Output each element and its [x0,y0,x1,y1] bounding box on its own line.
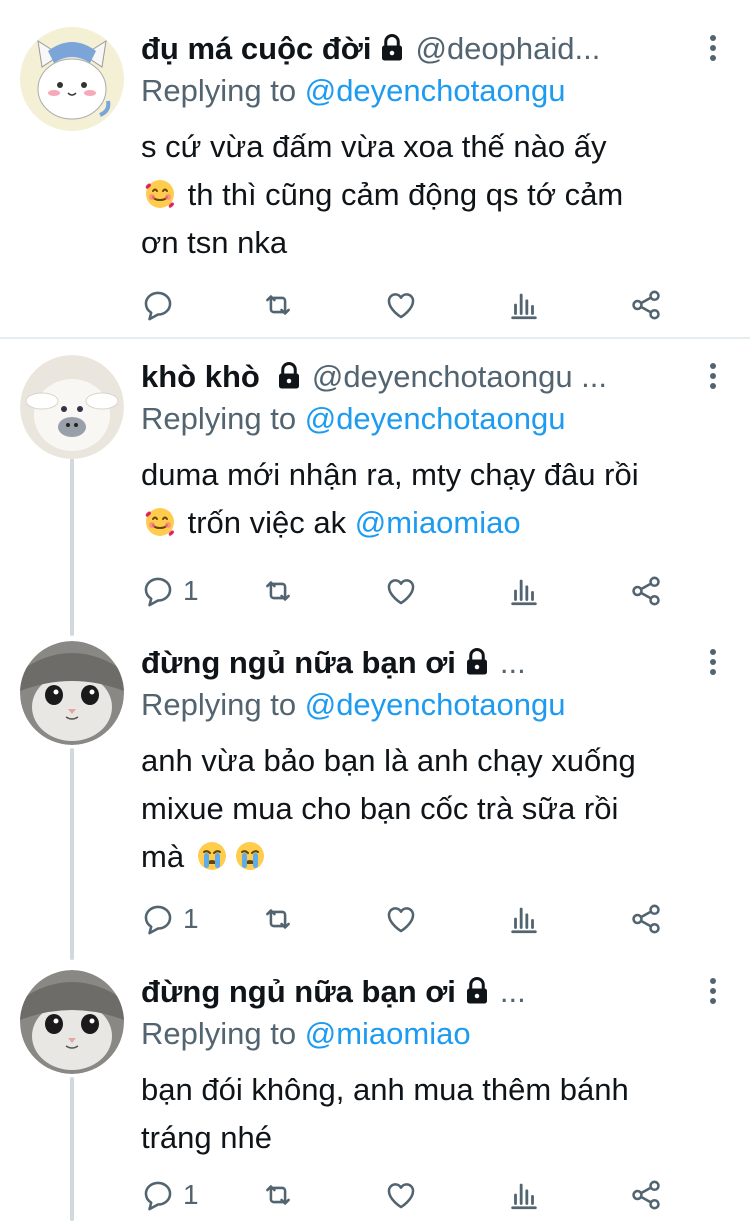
views-button[interactable] [507,285,541,325]
retweet-icon [261,1178,295,1212]
lock-icon [377,33,407,63]
views-button[interactable] [507,1175,541,1215]
replying-to: Replying to @deyenchotaongu [141,687,566,722]
mention-link[interactable]: @deyenchotaongu [305,401,566,436]
handle[interactable]: @deyenchotaongu ... [312,359,607,394]
like-button[interactable] [384,571,418,611]
display-name[interactable]: đừng ngủ nữa bạn ơi [141,645,456,680]
tweet[interactable]: đừng ngủ nữa bạn ơi... Replying to @deye… [0,641,750,941]
views-icon [507,902,541,936]
handle[interactable]: ... [500,645,526,680]
tweet-actions: 1 [141,1175,681,1215]
tweet-text: anh vừa bảo bạn là anh chạy xuống mixue … [141,743,636,874]
tweet-actions: 1 [141,899,681,939]
tweet-header: đừng ngủ nữa bạn ơi... [141,641,690,685]
retweet-icon [261,902,295,936]
cat-photo-avatar[interactable] [20,970,124,1074]
tweet-text: duma mới nhận ra, mty chạy đâu rồi trốn … [141,457,639,540]
lock-icon [274,361,304,391]
share-icon [629,1178,663,1212]
handle[interactable]: ... [500,974,526,1009]
heart-icon [384,902,418,936]
mention-link[interactable]: @deyenchotaongu [305,687,566,722]
display-name[interactable]: đụ má cuộc đời [141,31,371,66]
tweet-header: khò khò @deyenchotaongu ... [141,355,690,399]
display-name[interactable]: khò khò [141,359,260,394]
cartoon-cat-avatar[interactable] [20,27,124,131]
smiling-face-with-hearts-icon [144,178,176,210]
reply-icon [141,288,175,322]
tweet[interactable]: đừng ngủ nữa bạn ơi... Replying to @miao… [0,970,750,1221]
retweet-icon [261,574,295,608]
tweet-header: đụ má cuộc đời @deophaid... [141,27,690,71]
replying-to: Replying to @deyenchotaongu [141,401,566,436]
views-icon [507,288,541,322]
reply-button[interactable]: 1 [141,899,199,939]
share-icon [629,902,663,936]
tweet-text: bạn đói không, anh mua thêm bánh tráng n… [141,1072,629,1155]
like-button[interactable] [384,1175,418,1215]
replying-to: Replying to @miaomiao [141,1016,471,1051]
heart-icon [384,288,418,322]
retweet-button[interactable] [261,571,295,611]
reply-count: 1 [183,903,199,934]
more-options-icon[interactable] [708,978,718,1008]
tweet-actions: 1 [141,571,681,611]
like-button[interactable] [384,285,418,325]
tweet-divider [0,337,750,339]
share-button[interactable] [629,1175,663,1215]
loudly-crying-face-icon [196,840,228,872]
retweet-button[interactable] [261,899,295,939]
heart-icon [384,574,418,608]
share-button[interactable] [629,285,663,325]
mention-link[interactable]: @deyenchotaongu [305,73,566,108]
cat-photo-avatar[interactable] [20,641,124,745]
lock-icon [462,647,492,677]
reply-button[interactable]: 1 [141,571,199,611]
retweet-icon [261,288,295,322]
lock-icon [462,976,492,1006]
display-name[interactable]: đừng ngủ nữa bạn ơi [141,974,456,1009]
share-button[interactable] [629,899,663,939]
tweet[interactable]: khò khò @deyenchotaongu ... Replying to @… [0,355,750,625]
views-icon [507,574,541,608]
reply-icon [141,574,175,608]
tweet-text: s cứ vừa đấm vừa xoa thế nào ấy th thì c… [141,129,624,260]
share-button[interactable] [629,571,663,611]
reply-count: 1 [183,1179,199,1210]
reply-icon [141,1178,175,1212]
share-icon [629,288,663,322]
views-button[interactable] [507,571,541,611]
reply-icon [141,902,175,936]
mention-link[interactable]: @miaomiao [355,505,521,540]
more-options-icon[interactable] [708,35,718,65]
more-options-icon[interactable] [708,649,718,679]
like-button[interactable] [384,899,418,939]
retweet-button[interactable] [261,285,295,325]
reply-button[interactable]: 1 [141,1175,199,1215]
reply-button[interactable] [141,285,183,325]
loudly-crying-face-icon [234,840,266,872]
views-icon [507,1178,541,1212]
views-button[interactable] [507,899,541,939]
reply-count: 1 [183,575,199,606]
share-icon [629,574,663,608]
more-options-icon[interactable] [708,363,718,393]
tweet-header: đừng ngủ nữa bạn ơi... [141,970,690,1014]
heart-icon [384,1178,418,1212]
tweet[interactable]: đụ má cuộc đời @deophaid... Replying to @… [0,27,750,327]
plush-toy-avatar[interactable] [20,355,124,459]
tweet-actions [141,285,681,325]
mention-link[interactable]: @miaomiao [305,1016,471,1051]
smiling-face-with-hearts-icon [144,506,176,538]
handle[interactable]: @deophaid... [415,31,600,66]
retweet-button[interactable] [261,1175,295,1215]
replying-to: Replying to @deyenchotaongu [141,73,566,108]
